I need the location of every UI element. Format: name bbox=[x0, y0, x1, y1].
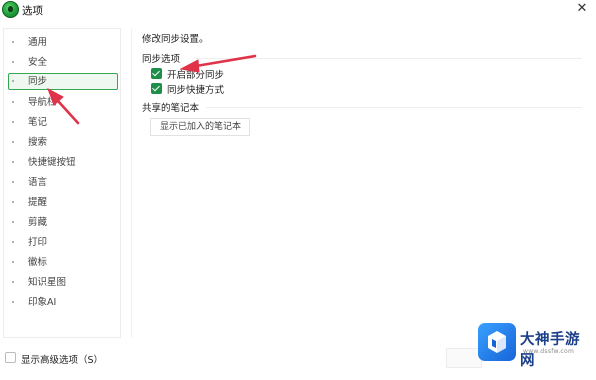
bullet-icon bbox=[12, 181, 14, 183]
sync-settings-panel: 修改同步设置。 同步选项 开启部分同步 同步快捷方式 共享的笔记本 显示已加入的… bbox=[131, 28, 587, 338]
sidebar-item-sync[interactable]: 同步 bbox=[8, 73, 118, 90]
checkmark-icon bbox=[151, 83, 162, 94]
watermark-url: www.dssfw.com bbox=[523, 348, 575, 355]
sync-options-header: 同步选项 bbox=[142, 54, 181, 65]
sidebar-item-label: 通用 bbox=[28, 37, 48, 48]
sync-shortcuts-checkbox[interactable]: 同步快捷方式 bbox=[151, 82, 261, 96]
sidebar-item-label: 同步 bbox=[28, 76, 48, 87]
sidebar-item-shortcuts[interactable]: 快捷键按钮 bbox=[8, 154, 118, 171]
sidebar-item-print[interactable]: 打印 bbox=[8, 234, 118, 251]
bullet-icon bbox=[12, 80, 14, 82]
bullet-icon bbox=[12, 141, 14, 143]
cube-icon bbox=[488, 331, 506, 353]
partial-sync-checkbox[interactable]: 开启部分同步 bbox=[151, 67, 261, 81]
section-divider bbox=[194, 58, 582, 59]
bullet-icon bbox=[12, 101, 14, 103]
partial-sync-label: 开启部分同步 bbox=[167, 70, 225, 81]
bullet-icon bbox=[12, 261, 14, 263]
sidebar-item-navbar[interactable]: 导航栏 bbox=[8, 94, 118, 111]
sidebar-item-label: 剪藏 bbox=[28, 217, 48, 228]
sidebar-item-reminders[interactable]: 提醒 bbox=[8, 194, 118, 211]
sidebar-item-search[interactable]: 搜索 bbox=[8, 134, 118, 151]
sidebar-item-yinxiang-ai[interactable]: 印象AI bbox=[8, 294, 118, 311]
sidebar-item-badge[interactable]: 徽标 bbox=[8, 254, 118, 271]
title-bar: 选项 ✕ bbox=[0, 0, 596, 20]
sidebar-item-general[interactable]: 通用 bbox=[8, 34, 118, 51]
sidebar-item-label: 笔记 bbox=[28, 117, 48, 128]
sync-shortcuts-label: 同步快捷方式 bbox=[167, 85, 225, 96]
bullet-icon bbox=[12, 61, 14, 63]
options-sidebar: 通用 安全 同步 导航栏 笔记 搜索 快捷键按钮 语言 提醒 剪藏 打印 徽标 … bbox=[3, 28, 121, 338]
sidebar-item-label: 导航栏 bbox=[28, 97, 57, 108]
shared-notebooks-header: 共享的笔记本 bbox=[142, 103, 200, 114]
sidebar-item-label: 徽标 bbox=[28, 257, 48, 268]
bullet-icon bbox=[12, 201, 14, 203]
bullet-icon bbox=[12, 281, 14, 283]
page-title: 修改同步设置。 bbox=[142, 34, 209, 45]
sidebar-item-label: 知识星图 bbox=[28, 277, 67, 288]
bullet-icon bbox=[12, 121, 14, 123]
bullet-icon bbox=[12, 221, 14, 223]
watermark-logo-icon bbox=[478, 323, 516, 361]
checkmark-icon bbox=[151, 68, 162, 79]
app-logo-icon bbox=[2, 1, 19, 18]
sidebar-item-clipper[interactable]: 剪藏 bbox=[8, 214, 118, 231]
sidebar-item-label: 语言 bbox=[28, 177, 48, 188]
show-joined-notebooks-button[interactable]: 显示已加入的笔记本 bbox=[150, 118, 250, 136]
sidebar-item-label: 印象AI bbox=[28, 297, 57, 308]
sidebar-item-label: 快捷键按钮 bbox=[28, 157, 76, 168]
sidebar-item-label: 安全 bbox=[28, 57, 48, 68]
sidebar-item-knowledge-map[interactable]: 知识星图 bbox=[8, 274, 118, 291]
window-title: 选项 bbox=[22, 5, 43, 17]
advanced-options-label: 显示高级选项（S） bbox=[21, 355, 104, 366]
sidebar-item-label: 搜索 bbox=[28, 137, 48, 148]
advanced-options-checkbox[interactable] bbox=[5, 352, 16, 363]
sidebar-item-language[interactable]: 语言 bbox=[8, 174, 118, 191]
close-button[interactable]: ✕ bbox=[574, 1, 590, 17]
sidebar-item-label: 提醒 bbox=[28, 197, 48, 208]
sidebar-item-notes[interactable]: 笔记 bbox=[8, 114, 118, 131]
site-watermark: 大神手游网 www.dssfw.com bbox=[476, 323, 594, 371]
sidebar-item-label: 打印 bbox=[28, 237, 48, 248]
section-divider bbox=[206, 107, 582, 108]
bullet-icon bbox=[12, 41, 14, 43]
bullet-icon bbox=[12, 301, 14, 303]
bullet-icon bbox=[12, 161, 14, 163]
sidebar-item-security[interactable]: 安全 bbox=[8, 54, 118, 71]
bullet-icon bbox=[12, 241, 14, 243]
